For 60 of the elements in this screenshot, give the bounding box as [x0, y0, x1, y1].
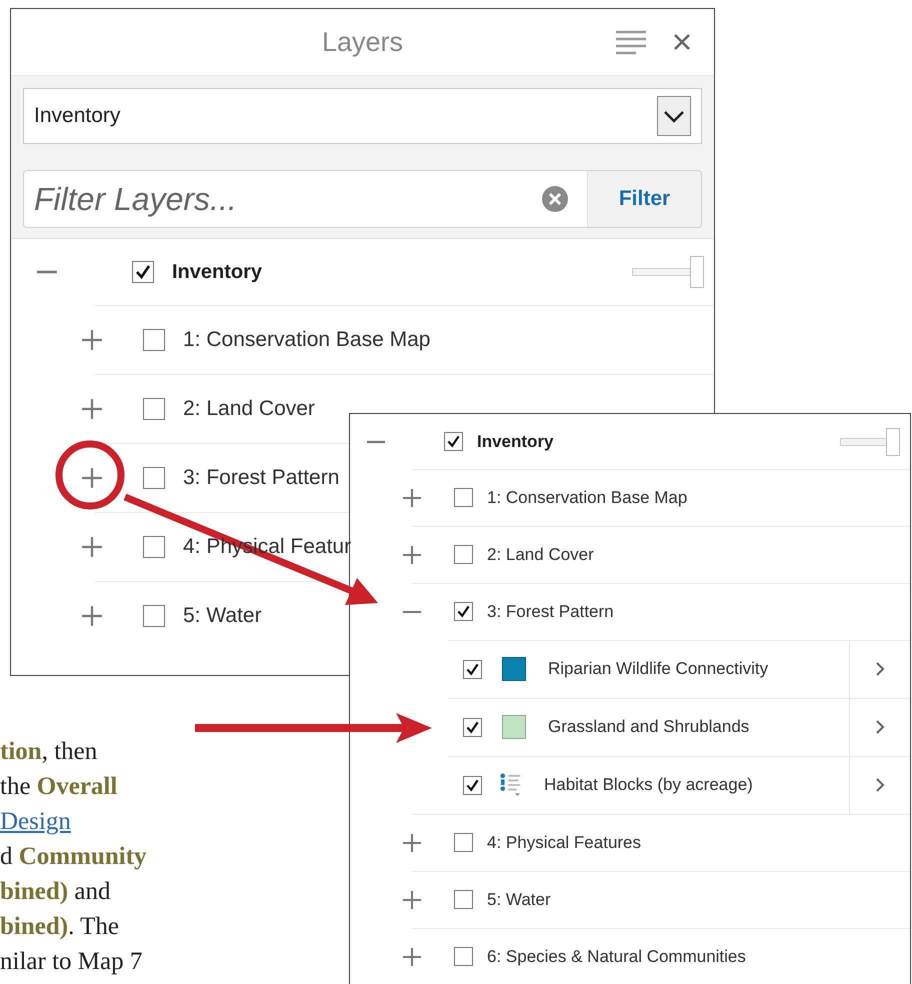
- group-label: Inventory: [172, 260, 262, 284]
- layer-label[interactable]: 6: Species & Natural Communities: [487, 946, 746, 966]
- expand-icon[interactable]: [402, 488, 422, 508]
- expand-icon[interactable]: [81, 604, 103, 626]
- layer-label[interactable]: 4: Physical Features: [487, 832, 642, 852]
- expand-icon[interactable]: [402, 832, 422, 852]
- group-label: Inventory: [477, 432, 554, 452]
- layer-label[interactable]: 5: Water: [183, 604, 262, 628]
- slider-thumb[interactable]: [886, 428, 900, 456]
- layer-label[interactable]: 1: Conservation Base Map: [487, 488, 688, 508]
- checkbox[interactable]: [143, 328, 165, 350]
- panel-title: Layers: [322, 26, 404, 58]
- expand-icon[interactable]: [81, 466, 103, 488]
- checkbox[interactable]: [143, 536, 165, 558]
- layer-label[interactable]: 1: Conservation Base Map: [183, 328, 430, 352]
- menu-icon[interactable]: [614, 29, 648, 55]
- expand-icon[interactable]: [81, 328, 103, 350]
- sublayer-label[interactable]: Habitat Blocks (by acreage): [544, 775, 753, 795]
- text-line: bined). The: [0, 912, 120, 942]
- expand-icon[interactable]: [402, 544, 422, 564]
- layer-label[interactable]: 5: Water: [487, 890, 551, 910]
- filter-field[interactable]: Filter Layers... Filter: [23, 170, 702, 228]
- text-link[interactable]: Design: [0, 804, 71, 839]
- chevron-down-icon: [657, 96, 691, 136]
- text-line: nilar to Map 7: [0, 947, 142, 977]
- checkbox[interactable]: [143, 466, 165, 488]
- checkbox[interactable]: [444, 432, 463, 451]
- checkbox[interactable]: [454, 890, 473, 909]
- checkbox[interactable]: [143, 398, 165, 420]
- checkbox[interactable]: [463, 660, 482, 678]
- expand-icon[interactable]: [81, 398, 103, 420]
- slider-thumb[interactable]: [690, 256, 704, 288]
- expand-icon[interactable]: [402, 946, 422, 966]
- checkbox[interactable]: [454, 833, 473, 852]
- text-line: the Overall: [0, 772, 118, 802]
- legend-icon: [500, 773, 522, 797]
- expand-icon[interactable]: [402, 890, 422, 910]
- checkbox[interactable]: [463, 776, 482, 794]
- layer-label[interactable]: 3: Forest Pattern: [183, 466, 340, 490]
- expand-icon[interactable]: [81, 536, 103, 558]
- layer-label[interactable]: 2: Land Cover: [183, 396, 315, 420]
- checkbox[interactable]: [132, 261, 154, 283]
- layer-set-dropdown[interactable]: Inventory: [23, 88, 702, 144]
- sublayer-label[interactable]: Grassland and Shrublands: [548, 717, 750, 737]
- text-line: d Community: [0, 842, 147, 872]
- checkbox[interactable]: [143, 604, 165, 626]
- highlight-circle: [56, 440, 124, 510]
- close-icon[interactable]: [672, 32, 692, 52]
- sublayer-label[interactable]: Riparian Wildlife Connectivity: [548, 659, 768, 679]
- checkbox[interactable]: [463, 718, 482, 736]
- filter-button[interactable]: Filter: [587, 171, 701, 227]
- text-line: bined) and: [0, 877, 110, 907]
- clear-icon[interactable]: [541, 185, 569, 213]
- layer-label[interactable]: 3: Forest Pattern: [487, 602, 614, 622]
- layer-label[interactable]: 2: Land Cover: [487, 544, 594, 564]
- checkbox[interactable]: [454, 602, 473, 621]
- checkbox[interactable]: [454, 545, 473, 564]
- text-line: tion, then: [0, 737, 98, 767]
- checkbox[interactable]: [454, 947, 473, 966]
- checkbox[interactable]: [454, 488, 473, 507]
